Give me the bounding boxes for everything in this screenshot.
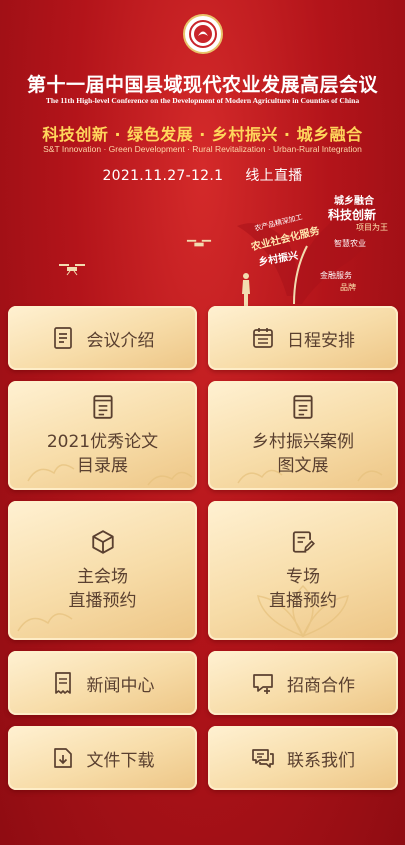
main-venue-live-button[interactable]: 主会场 直播预约 [8, 501, 197, 640]
conference-intro-button[interactable]: 会议介绍 [8, 306, 197, 370]
chat-bubbles-icon [251, 746, 275, 770]
page-subtitle: The 11th High-level Conference on the De… [45, 96, 360, 105]
news-center-button[interactable]: 新闻中心 [8, 651, 197, 715]
wordcloud-word: 城乡融合 [334, 196, 374, 207]
label-line-2: 图文展 [277, 455, 329, 476]
drone-icon [59, 264, 85, 276]
cube-icon [90, 529, 116, 555]
receipt-icon [51, 671, 75, 695]
rural-cases-button[interactable]: 乡村振兴案例 图文展 [208, 381, 398, 490]
schedule-label: 日程安排 [287, 330, 355, 351]
drone-icon [186, 239, 212, 247]
schedule-button[interactable]: 日程安排 [208, 306, 398, 370]
file-download-button[interactable]: 文件下载 [8, 726, 197, 790]
download-file-icon [51, 746, 75, 770]
label-line-1: 专场 [286, 566, 320, 587]
excellent-papers-button[interactable]: 2021优秀论文 目录展 [8, 381, 197, 490]
slogan-english: S&T Innovation · Green Development · Rur… [43, 144, 362, 154]
wordcloud-word: 品牌 [340, 283, 356, 292]
notebook-icon [90, 394, 116, 420]
calendar-icon [251, 326, 275, 350]
date-line: 2021.11.27-12.1 线上直播 [0, 165, 405, 185]
document-icon [51, 326, 75, 350]
label-line-2: 直播预约 [269, 590, 337, 611]
wordcloud-word: 科技创新 [328, 208, 377, 222]
notebook-icon [290, 394, 316, 420]
special-session-live-button[interactable]: 专场 直播预约 [208, 501, 398, 640]
conference-logo [183, 14, 223, 54]
label-line-1: 主会场 [77, 566, 128, 587]
conference-intro-label: 会议介绍 [86, 330, 155, 351]
live-label: 线上直播 [245, 168, 303, 184]
news-center-label: 新闻中心 [86, 675, 155, 696]
special-session-label: 专场 直播预约 [269, 565, 337, 613]
edit-document-icon [290, 529, 316, 555]
label-line-1: 乡村振兴案例 [252, 431, 354, 452]
label-line-2: 目录展 [76, 455, 128, 476]
wordcloud-word: 项目为王 [356, 223, 388, 232]
page-title: 第十一届中国县域现代农业发展高层会议 [26, 74, 378, 96]
label-line-2: 直播预约 [68, 590, 137, 611]
investment-cooperation-button[interactable]: 招商合作 [208, 651, 398, 715]
contact-us-button[interactable]: 联系我们 [208, 726, 398, 790]
wordcloud-word: 智慧农业 [334, 239, 366, 248]
header-banner: 第十一届中国县域现代农业发展高层会议 The 11th High-level C… [0, 0, 405, 306]
wordcloud-word: 金融服务 [320, 271, 352, 280]
contact-us-label: 联系我们 [287, 750, 355, 771]
chat-plus-icon [251, 671, 275, 695]
rural-cases-label: 乡村振兴案例 图文展 [252, 430, 354, 478]
excellent-papers-label: 2021优秀论文 目录展 [47, 430, 158, 478]
label-line-1: 2021优秀论文 [46, 431, 159, 452]
file-download-label: 文件下载 [86, 750, 155, 771]
event-date: 2021.11.27-12.1 [102, 168, 224, 184]
main-venue-label: 主会场 直播预约 [69, 565, 137, 613]
investment-cooperation-label: 招商合作 [287, 675, 355, 696]
slogan: 科技创新 · 绿色发展 · 乡村振兴 · 城乡融合 [42, 125, 363, 144]
